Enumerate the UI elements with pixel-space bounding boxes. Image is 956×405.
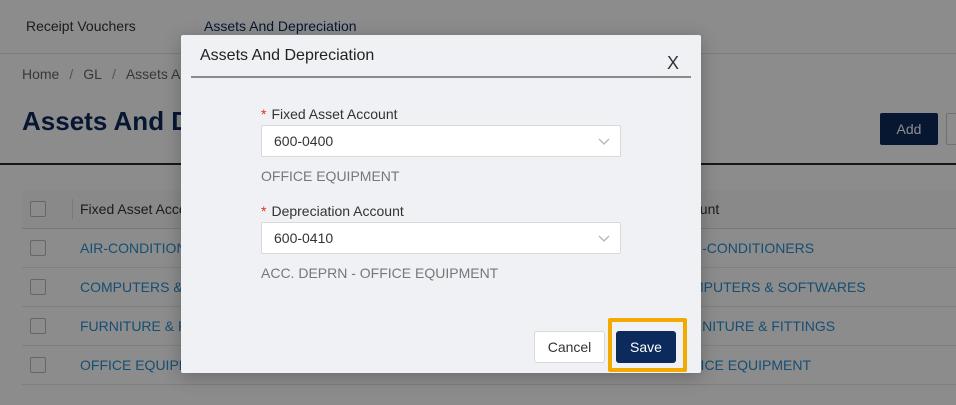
required-marker: * — [261, 106, 267, 122]
depreciation-account-value: 600-0410 — [274, 230, 334, 246]
fixed-asset-account-label-text: Fixed Asset Account — [271, 106, 398, 122]
depreciation-account-label: * Depreciation Account — [261, 203, 404, 219]
depreciation-account-description: ACC. DEPRN - OFFICE EQUIPMENT — [261, 265, 499, 281]
fixed-asset-account-label: * Fixed Asset Account — [261, 106, 398, 122]
modal-title: Assets And Depreciation — [200, 47, 375, 64]
fixed-asset-account-select[interactable]: 600-0400 — [261, 125, 621, 157]
assets-depreciation-modal: Assets And Depreciation X * Fixed Asset A… — [181, 35, 701, 373]
modal-header-divider — [191, 76, 691, 78]
close-icon[interactable]: X — [663, 53, 683, 73]
required-marker: * — [261, 203, 267, 219]
fixed-asset-account-value: 600-0400 — [274, 133, 334, 149]
modal-header: Assets And Depreciation X — [181, 35, 701, 77]
fixed-asset-account-description: OFFICE EQUIPMENT — [261, 168, 400, 184]
depreciation-account-select[interactable]: 600-0410 — [261, 222, 621, 254]
save-button[interactable]: Save — [616, 331, 676, 363]
cancel-button[interactable]: Cancel — [534, 331, 605, 363]
chevron-down-icon — [598, 235, 610, 242]
depreciation-account-label-text: Depreciation Account — [271, 203, 404, 219]
chevron-down-icon — [598, 138, 610, 145]
